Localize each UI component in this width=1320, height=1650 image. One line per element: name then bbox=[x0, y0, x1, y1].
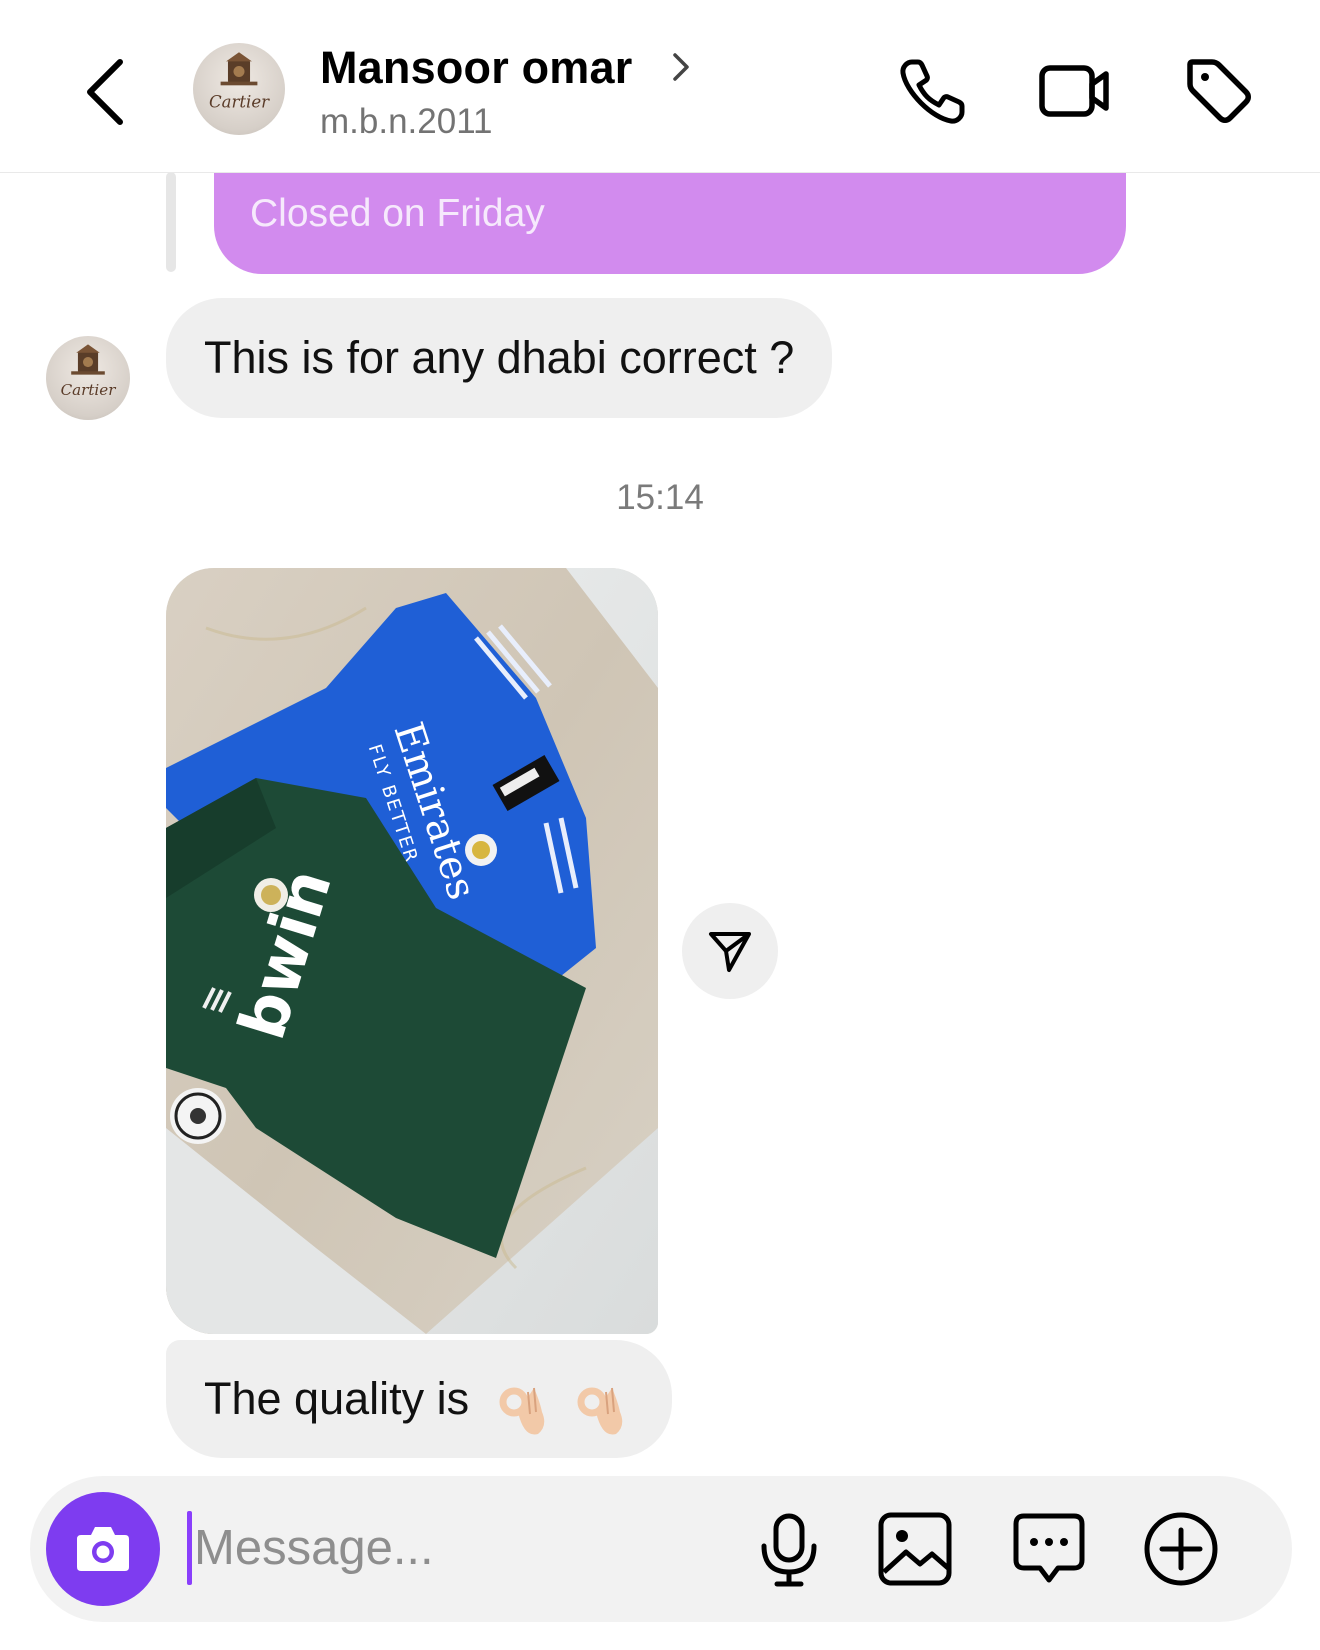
tag-button[interactable] bbox=[1182, 54, 1256, 128]
share-photo-button[interactable] bbox=[682, 903, 778, 999]
voice-message-button[interactable] bbox=[750, 1510, 828, 1588]
message-input[interactable] bbox=[186, 1508, 754, 1588]
gallery-button[interactable] bbox=[876, 1510, 954, 1588]
contact-name[interactable]: Mansoor omar bbox=[320, 42, 632, 94]
svg-text:Cartier: Cartier bbox=[61, 381, 117, 399]
phone-icon bbox=[900, 59, 965, 124]
image-icon bbox=[878, 1512, 952, 1586]
sticker-button[interactable] bbox=[1010, 1510, 1088, 1588]
profile-avatar[interactable]: Cartier bbox=[193, 43, 285, 135]
audio-call-button[interactable] bbox=[896, 54, 970, 128]
plus-circle-icon bbox=[1144, 1512, 1218, 1586]
svg-text:Cartier: Cartier bbox=[209, 92, 270, 111]
contact-username: m.b.n.2011 bbox=[320, 102, 493, 141]
message-timestamp: 15:14 bbox=[616, 478, 704, 517]
chat-header: Cartier Mansoor omar m.b.n.2011 bbox=[0, 0, 1320, 173]
camera-icon bbox=[77, 1527, 129, 1571]
received-message-bubble[interactable]: The quality is bbox=[166, 1340, 673, 1458]
chevron-right-icon[interactable] bbox=[669, 49, 693, 85]
chat-bubble-icon bbox=[1013, 1513, 1085, 1583]
chevron-left-icon bbox=[87, 59, 123, 125]
cartier-logo: Cartier bbox=[61, 344, 117, 399]
reply-thread-line bbox=[166, 172, 176, 272]
message-composer bbox=[30, 1476, 1292, 1622]
received-message-text: The quality is bbox=[204, 1373, 470, 1424]
sender-avatar[interactable]: Cartier bbox=[46, 336, 130, 420]
camera-button[interactable] bbox=[46, 1492, 160, 1606]
send-icon bbox=[709, 932, 751, 972]
back-button[interactable] bbox=[80, 52, 140, 132]
video-call-button[interactable] bbox=[1038, 54, 1112, 128]
tag-icon bbox=[1187, 59, 1251, 123]
shared-photo[interactable]: Emirates FLY BETTER bwin bbox=[166, 568, 658, 1334]
video-camera-icon bbox=[1039, 65, 1109, 117]
received-message-bubble[interactable]: This is for any dhabi correct ? bbox=[166, 298, 833, 418]
jerseys-photo: Emirates FLY BETTER bwin bbox=[166, 568, 658, 1334]
ok-hand-emoji bbox=[494, 1368, 548, 1435]
more-options-button[interactable] bbox=[1142, 1510, 1220, 1588]
cartier-logo: Cartier bbox=[209, 52, 270, 111]
ok-hand-emoji bbox=[572, 1368, 626, 1435]
sent-message-text: Closed on Friday bbox=[250, 192, 545, 235]
microphone-icon bbox=[761, 1513, 817, 1587]
